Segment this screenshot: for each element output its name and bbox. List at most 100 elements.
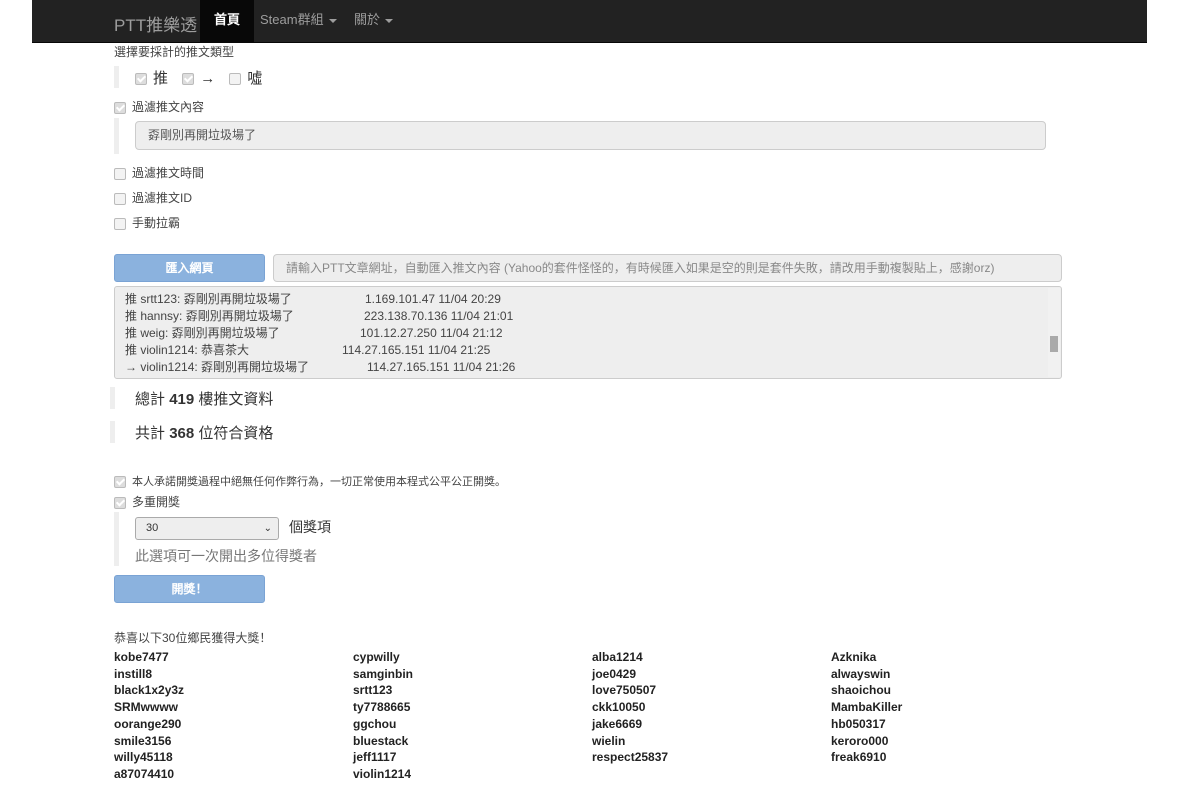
comment-text: → violin1214: 孬剛別再開垃圾場了 [125,360,310,374]
comment-meta: 223.138.70.136 11/04 21:01 [364,309,514,323]
multi-draw-checkbox[interactable] [114,496,126,509]
prize-hint: 此選項可一次開出多位得獎者 [135,548,317,564]
manual-option: 手動拉霸 [114,214,180,231]
divider [114,512,119,566]
winner-name: joe0429 [592,666,637,681]
filter-id-label: 過濾推文ID [132,191,193,205]
winner-name: bluestack [353,733,409,748]
winner-name: shaoichou [831,683,892,698]
winner-name: oorange290 [114,716,182,731]
comment-meta: 114.27.165.151 11/04 21:26 [367,360,516,374]
filter-content-input[interactable]: 孬剛別再開垃圾場了 [135,121,1046,150]
import-button[interactable]: 匯入網頁 [114,254,265,282]
draw-button[interactable]: 開獎！ [114,575,265,603]
prize-unit-label: 個獎項 [289,519,331,535]
type-boo-checkbox[interactable] [229,73,242,86]
winner-name: kobe7477 [114,650,169,664]
divider [114,66,119,88]
filter-content-option: 過濾推文內容 [114,98,204,115]
comment-line: 推 hannsy: 孬剛別再開垃圾場了 223.138.70.136 11/04 … [125,308,1051,325]
winner-name: ckk10050 [592,700,646,715]
winner-name: ty7788665 [353,700,411,715]
type-arrow-label: → [200,70,216,87]
filter-time-label: 過濾推文時間 [132,166,205,180]
filter-content-label: 過濾推文內容 [132,100,205,114]
type-boo-label: 噓 [247,70,263,87]
caret-down-icon [385,18,394,23]
comment-text: 推 weig: 孬剛別再開垃圾場了 [125,326,280,340]
winner-name: a87074410 [114,766,175,781]
winner-name: love750507 [592,683,657,698]
winner-name: jake6669 [592,716,643,731]
comment-line: 推 violin1214: 恭喜茶大 114.27.165.151 11/04 2… [125,342,1051,359]
winner-name: wielin [592,733,626,748]
winner-name: jeff1117 [353,750,397,765]
pledge-option: 本人承諾開獎過程中絕無任何作弊行為，一切正常使用本程式公平公正開獎。 [114,473,506,489]
winner-name: Azknika [831,650,877,664]
caret-down-icon [328,18,337,23]
type-label: 選擇要採計的推文類型 [114,45,235,59]
type-push-label: 推 [153,70,169,87]
winner-name: instill8 [114,666,153,681]
valid-count-text: 共計 368 位符合資格 [135,422,273,443]
comment-line: 推 srtt123: 孬剛別再開垃圾場了 1.169.101.47 11/04 2… [125,291,1051,308]
pledge-checkbox[interactable] [114,476,126,489]
winner-name: black1x2y3z [114,683,185,698]
comment-text: 推 violin1214: 恭喜茶大 [125,343,250,357]
winner-name: samginbin [353,666,414,681]
chevron-down-icon: ⌄ [263,523,272,534]
filter-id-option: 過濾推文ID [114,189,192,206]
winner-name: smile3156 [114,733,172,748]
comment-line: 推 weig: 孬剛別再開垃圾場了 101.12.27.250 11/04 21:… [125,325,1051,342]
winner-name: alba1214 [592,650,643,664]
winner-name: violin1214 [353,766,412,781]
url-input[interactable]: 請輸入PTT文章網址，自動匯入推文內容 (Yahoo的套件怪怪的，有時候匯入如果… [273,254,1062,282]
comment-line: → violin1214: 孬剛別再開垃圾場了 114.27.165.151 11… [125,359,1051,376]
comment-text: 推 srtt123: 孬剛別再開垃圾場了 [125,292,292,306]
scrollbar-thumb[interactable] [1050,336,1058,352]
winner-name: MambaKiller [831,700,903,715]
filter-content-checkbox[interactable] [114,101,126,114]
type-push-checkbox[interactable] [135,73,147,86]
valid-count: 368 [169,425,195,442]
valid-suffix: 位符合資格 [198,425,274,442]
comments-textarea[interactable]: 推 srtt123: 孬剛別再開垃圾場了 1.169.101.47 11/04 2… [114,286,1062,379]
brand-logo[interactable]: PTT推樂透 [114,11,197,36]
filter-time-checkbox[interactable] [114,167,126,180]
manual-label: 手動拉霸 [132,216,181,230]
type-options: 推 → 噓 [135,67,262,88]
multi-draw-option: 多重開獎 [114,493,180,510]
total-count-text: 總計 419 樓推文資料 [135,388,273,409]
divider [114,118,119,154]
prize-count-select[interactable]: 30 ⌄ [135,517,279,540]
divider [110,387,115,409]
filter-id-checkbox[interactable] [114,192,126,205]
winner-name: respect25837 [592,750,669,765]
results-title: 恭喜以下30位鄉民獲得大獎！ [114,631,272,645]
winner-name: SRMwwww [114,700,179,715]
total-count: 419 [169,391,195,408]
divider [110,421,115,443]
valid-prefix: 共計 [135,425,166,442]
comment-meta: 1.169.101.47 11/04 20:29 [365,292,501,306]
nav-home[interactable]: 首頁 [200,0,255,42]
manual-checkbox[interactable] [114,217,126,230]
type-arrow-checkbox[interactable] [182,73,195,86]
comment-meta: 101.12.27.250 11/04 21:12 [360,326,503,340]
nav-about-label: 關於 [354,12,381,27]
winner-name: keroro000 [831,733,889,748]
comment-meta: 114.27.165.151 11/04 21:25 [342,343,491,357]
navbar: PTT推樂透 首頁 Steam群組 關於 [32,0,1147,43]
filter-time-option: 過濾推文時間 [114,164,204,181]
nav-steam-group[interactable]: Steam群組 [260,0,337,42]
textarea-scrollbar[interactable] [1048,288,1060,377]
comment-text: 推 hannsy: 孬剛別再開垃圾場了 [125,309,294,323]
nav-about[interactable]: 關於 [354,0,394,42]
winner-name: srtt123 [353,683,393,698]
pledge-label: 本人承諾開獎過程中絕無任何作弊行為，一切正常使用本程式公平公正開獎。 [132,476,506,488]
winner-name: ggchou [353,716,397,731]
winner-name: freak6910 [831,750,887,765]
winner-name: cypwilly [353,650,400,664]
winner-name: willy45118 [114,750,173,765]
prize-count-value: 30 [146,522,159,534]
